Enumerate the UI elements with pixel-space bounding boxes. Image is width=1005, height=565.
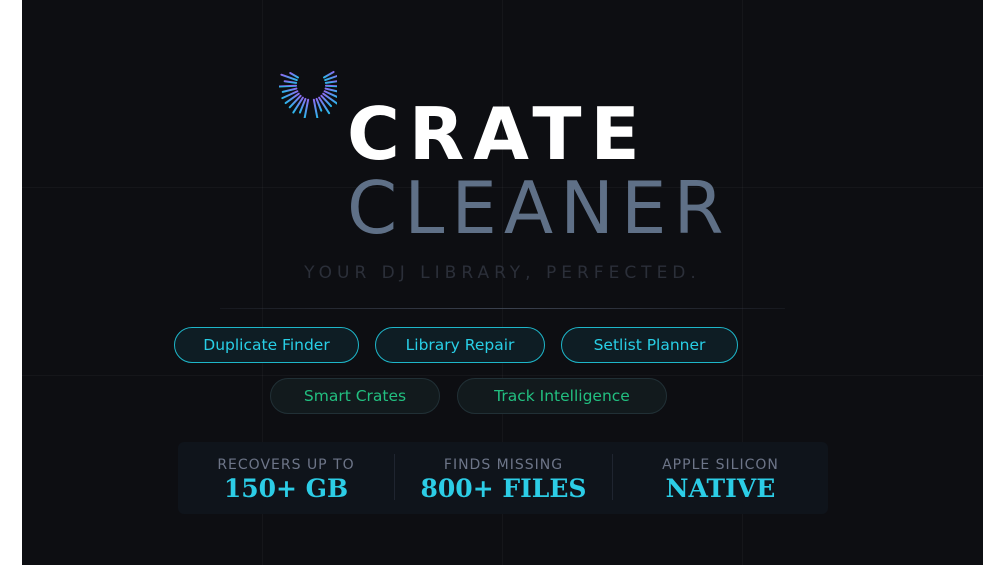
- logo-waveform-bar: [324, 84, 337, 88]
- logo-waveform-bar: [288, 94, 302, 109]
- feature-pill-track-intelligence[interactable]: Track Intelligence: [457, 378, 667, 414]
- stat-value: 800+ FILES: [420, 474, 587, 503]
- feature-pill-library-repair[interactable]: Library Repair: [375, 327, 545, 363]
- feature-pill-label: Setlist Planner: [593, 336, 706, 354]
- title-crate: CRATE: [347, 92, 649, 176]
- grid-line: [22, 375, 983, 376]
- stat-label: FINDS MISSING: [443, 457, 564, 473]
- stat-label: RECOVERS UP TO: [217, 457, 355, 473]
- feature-pill-smart-crates[interactable]: Smart Crates: [270, 378, 440, 414]
- logo-waveform-bar: [312, 98, 319, 118]
- logo-waveform-bar: [303, 98, 310, 118]
- logo-waveform-bar: [283, 80, 298, 84]
- logo-waveform-bar: [289, 72, 300, 79]
- stat-value: 150+ GB: [223, 474, 349, 503]
- waveform-c-logo-icon: [279, 70, 337, 118]
- tagline: YOUR DJ LIBRARY, PERFECTED.: [304, 263, 701, 283]
- logo-waveform-bar: [279, 84, 298, 88]
- stat-label: APPLE SILICON: [662, 457, 779, 473]
- feature-pill-label: Smart Crates: [303, 387, 407, 405]
- feature-pill-label: Library Repair: [405, 336, 515, 354]
- stat-value: NATIVE: [665, 474, 776, 503]
- stat-apple-silicon: APPLE SILICON NATIVE: [613, 442, 828, 514]
- stats-bar: RECOVERS UP TO 150+ GB FINDS MISSING 800…: [178, 442, 828, 514]
- feature-pill-label: Duplicate Finder: [203, 336, 330, 354]
- logo-waveform-bar: [281, 87, 298, 93]
- stat-recovers: RECOVERS UP TO 150+ GB: [178, 442, 394, 514]
- logo-waveform-bar: [324, 80, 337, 84]
- feature-pill-label: Track Intelligence: [494, 387, 630, 405]
- hero-canvas: CRATE CLEANER YOUR DJ LIBRARY, PERFECTED…: [22, 0, 983, 565]
- feature-pill-duplicate-finder[interactable]: Duplicate Finder: [174, 327, 359, 363]
- title-cleaner: CLEANER: [347, 166, 731, 250]
- stat-finds-missing: FINDS MISSING 800+ FILES: [395, 442, 612, 514]
- feature-pill-setlist-planner[interactable]: Setlist Planner: [561, 327, 738, 363]
- divider: [220, 308, 785, 309]
